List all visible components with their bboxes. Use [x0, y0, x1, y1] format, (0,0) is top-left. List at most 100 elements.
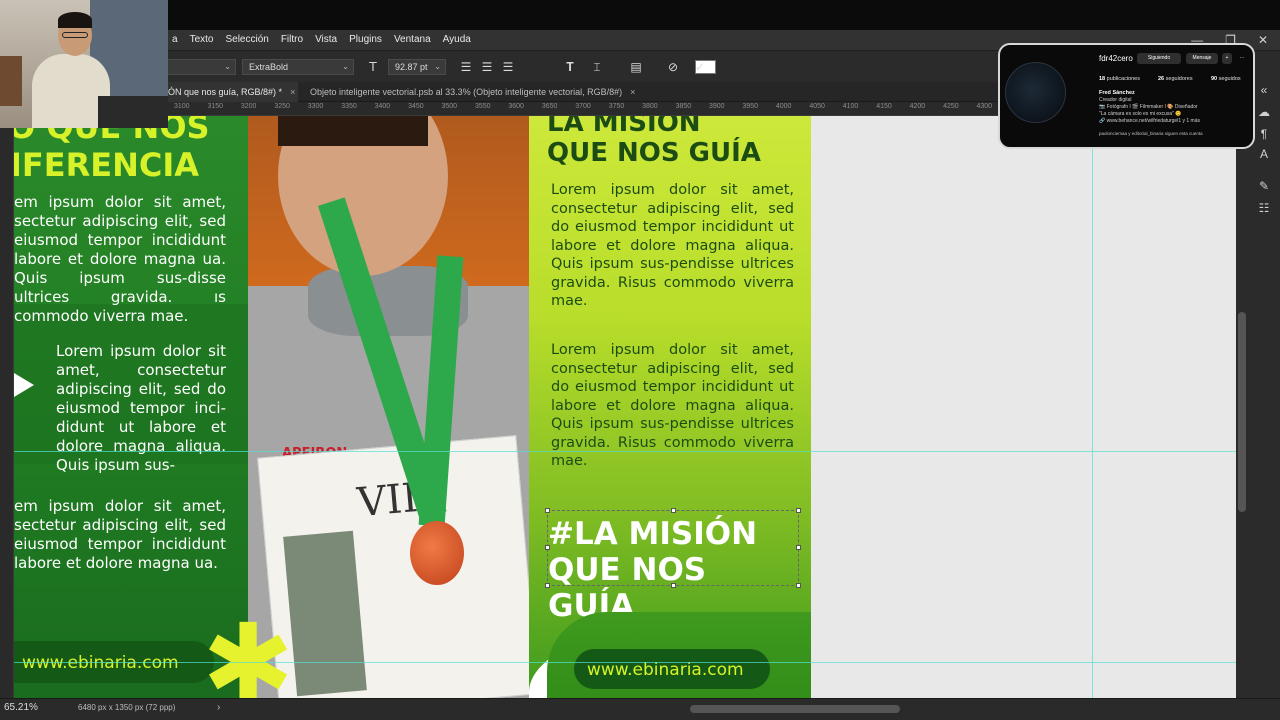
- menu-item-filtro[interactable]: Filtro: [275, 30, 309, 50]
- ig-posts: 18 publicaciones: [1099, 76, 1140, 82]
- ig-following[interactable]: 90 seguidos: [1211, 76, 1241, 82]
- character-icon[interactable]: A: [1256, 146, 1272, 162]
- character-panel-icon[interactable]: ▤: [628, 59, 644, 75]
- font-family-select[interactable]: ⌄: [166, 59, 236, 75]
- transform-handle[interactable]: [545, 508, 550, 513]
- right-paragraph-1: Lorem ipsum dolor sit amet, consectetur …: [551, 182, 794, 309]
- text-orientation-icon[interactable]: ⌶: [589, 59, 605, 75]
- transform-handle[interactable]: [671, 508, 676, 513]
- horizontal-scroll-thumb[interactable]: [690, 705, 900, 713]
- transform-handle[interactable]: [671, 583, 676, 588]
- menu-item-tipo[interactable]: a: [166, 30, 184, 50]
- ruler-tick-label: 4150: [876, 103, 892, 110]
- ruler-tick-label: 3300: [307, 103, 324, 110]
- font-size-value: 92.87 pt: [395, 62, 428, 72]
- font-style-select[interactable]: ExtraBold ⌄: [242, 59, 354, 75]
- font-size-select[interactable]: 92.87 pt ⌄: [388, 59, 446, 75]
- left-paragraph-2: Lorem ipsum dolor sit amet, consectetur …: [56, 342, 226, 474]
- title-strip: [0, 0, 1280, 30]
- ig-followers[interactable]: 26 seguidores: [1158, 76, 1193, 82]
- commit-check-icon[interactable]: ✓: [692, 59, 708, 75]
- warp-text-icon[interactable]: 𝐓: [562, 59, 578, 75]
- transform-handle[interactable]: [796, 545, 801, 550]
- ruler-tick-label: 3250: [274, 103, 290, 110]
- tab-document-2[interactable]: Objeto inteligente vectorial.psb al 33.3…: [308, 82, 658, 102]
- ruler-vertical: [0, 116, 14, 698]
- photoshop-window: a Texto Selección Filtro Vista Plugins V…: [0, 0, 1280, 720]
- left-url: www.ebinaria.com: [22, 653, 179, 673]
- zoom-level[interactable]: 65.21%: [4, 702, 38, 713]
- ruler-tick-label: 4000: [775, 103, 792, 110]
- scroll-thumb[interactable]: [1238, 312, 1246, 512]
- chevron-down-icon: ⌄: [224, 62, 231, 71]
- align-center-icon[interactable]: ☰: [479, 59, 495, 75]
- add-user-icon[interactable]: +: [1222, 53, 1232, 64]
- transform-handle[interactable]: [796, 583, 801, 588]
- ruler-tick-label: 3100: [174, 103, 190, 110]
- guide-horizontal[interactable]: [14, 451, 1236, 452]
- transform-handle[interactable]: [545, 545, 550, 550]
- document-canvas[interactable]: O QUE NOS IFERENCIA em ipsum dolor sit a…: [14, 116, 1236, 698]
- close-icon[interactable]: ✕: [1258, 33, 1268, 47]
- menu-item-ventana[interactable]: Ventana: [388, 30, 437, 50]
- close-icon[interactable]: ×: [290, 87, 295, 97]
- avatar[interactable]: [1005, 62, 1066, 123]
- chevron-right-icon[interactable]: ›: [217, 702, 220, 713]
- align-left-icon[interactable]: ☰: [458, 59, 474, 75]
- status-bar: 65.21% 6480 px x 1350 px (72 ppp) ›: [0, 698, 1280, 720]
- close-icon[interactable]: ×: [630, 87, 635, 97]
- cloud-icon[interactable]: ☁: [1256, 104, 1272, 120]
- font-size-icon: Ｔ: [366, 60, 379, 74]
- collapse-icon[interactable]: «: [1256, 82, 1272, 98]
- menu-item-vista[interactable]: Vista: [309, 30, 343, 50]
- ruler-tick-label: 3450: [408, 103, 424, 110]
- guide-vertical[interactable]: [1092, 116, 1093, 698]
- following-button[interactable]: Siguiendo: [1137, 53, 1181, 64]
- ig-bio-line: 📷 Fotógrafo I 🎬 Filmmaker I 🎨 Diseñador: [1099, 104, 1198, 110]
- ig-bio-line: "La cámara es solo es mi excusa" 😊: [1099, 111, 1182, 117]
- ruler-tick-label: 3700: [575, 103, 591, 110]
- font-style-value: ExtraBold: [249, 62, 289, 72]
- design-panel-right: LA MISIÓN QUE NOS GUÍA Lorem ipsum dolor…: [529, 116, 811, 698]
- right-panel-dock: « ☁ ¶ A ✎ ☷: [1248, 82, 1280, 698]
- certificate-photos: [283, 530, 367, 697]
- guide-horizontal[interactable]: [14, 662, 1236, 663]
- transform-handle[interactable]: [796, 508, 801, 513]
- message-button[interactable]: Mensaje: [1186, 53, 1218, 64]
- document-size: 6480 px x 1350 px (72 ppp): [78, 703, 176, 712]
- ig-followed-by: paolonciemaa y editorial_binaria siguen …: [1099, 131, 1203, 136]
- chevron-down-icon: ⌄: [342, 62, 349, 71]
- hair: [278, 116, 428, 146]
- webcam-person-hair: [58, 12, 92, 28]
- webcam-shelf: [0, 56, 22, 106]
- ruler-tick-label: 4100: [842, 103, 859, 110]
- menu-item-ayuda[interactable]: Ayuda: [437, 30, 477, 50]
- tab-document-1[interactable]: ÓN que nos guía, RGB/8#) * ×: [166, 82, 298, 102]
- ruler-tick-label: 4200: [909, 103, 926, 110]
- brush-icon[interactable]: ✎: [1256, 178, 1272, 194]
- adjustments-icon[interactable]: ☷: [1256, 200, 1272, 216]
- more-options-icon[interactable]: ···: [1236, 53, 1248, 64]
- ig-bio-link[interactable]: 🔗 www.behance.net/wilfriedaturgel1 y 1 m…: [1099, 118, 1200, 124]
- right-url: www.ebinaria.com: [587, 660, 744, 680]
- menu-item-texto[interactable]: Texto: [184, 30, 220, 50]
- ig-username: fdr42cero: [1099, 54, 1133, 63]
- menu-item-plugins[interactable]: Plugins: [343, 30, 388, 50]
- ruler-tick-label: 4300: [976, 103, 993, 110]
- paragraph-icon[interactable]: ¶: [1256, 126, 1272, 142]
- ruler-tick-label: 4050: [809, 103, 825, 110]
- transform-handle[interactable]: [545, 583, 550, 588]
- cancel-icon[interactable]: ⊘: [665, 59, 681, 75]
- vertical-scrollbar[interactable]: [1236, 102, 1248, 698]
- instagram-profile-card: fdr42cero Siguiendo Mensaje + ··· 18 pub…: [998, 43, 1255, 149]
- ruler-tick-label: 3200: [240, 103, 257, 110]
- align-right-icon[interactable]: ☰: [500, 59, 516, 75]
- ruler-tick-label: 3800: [642, 103, 658, 110]
- text-bounding-box[interactable]: [545, 508, 801, 588]
- left-paragraph-1: em ipsum dolor sit amet, sectetur adipis…: [14, 193, 226, 325]
- right-heading-line1: LA MISIÓN: [547, 116, 701, 138]
- ig-category: Creador digital: [1099, 97, 1132, 103]
- ruler-tick-label: 3400: [374, 103, 391, 110]
- ruler-tick-label: 3850: [675, 103, 692, 110]
- menu-item-seleccion[interactable]: Selección: [219, 30, 274, 50]
